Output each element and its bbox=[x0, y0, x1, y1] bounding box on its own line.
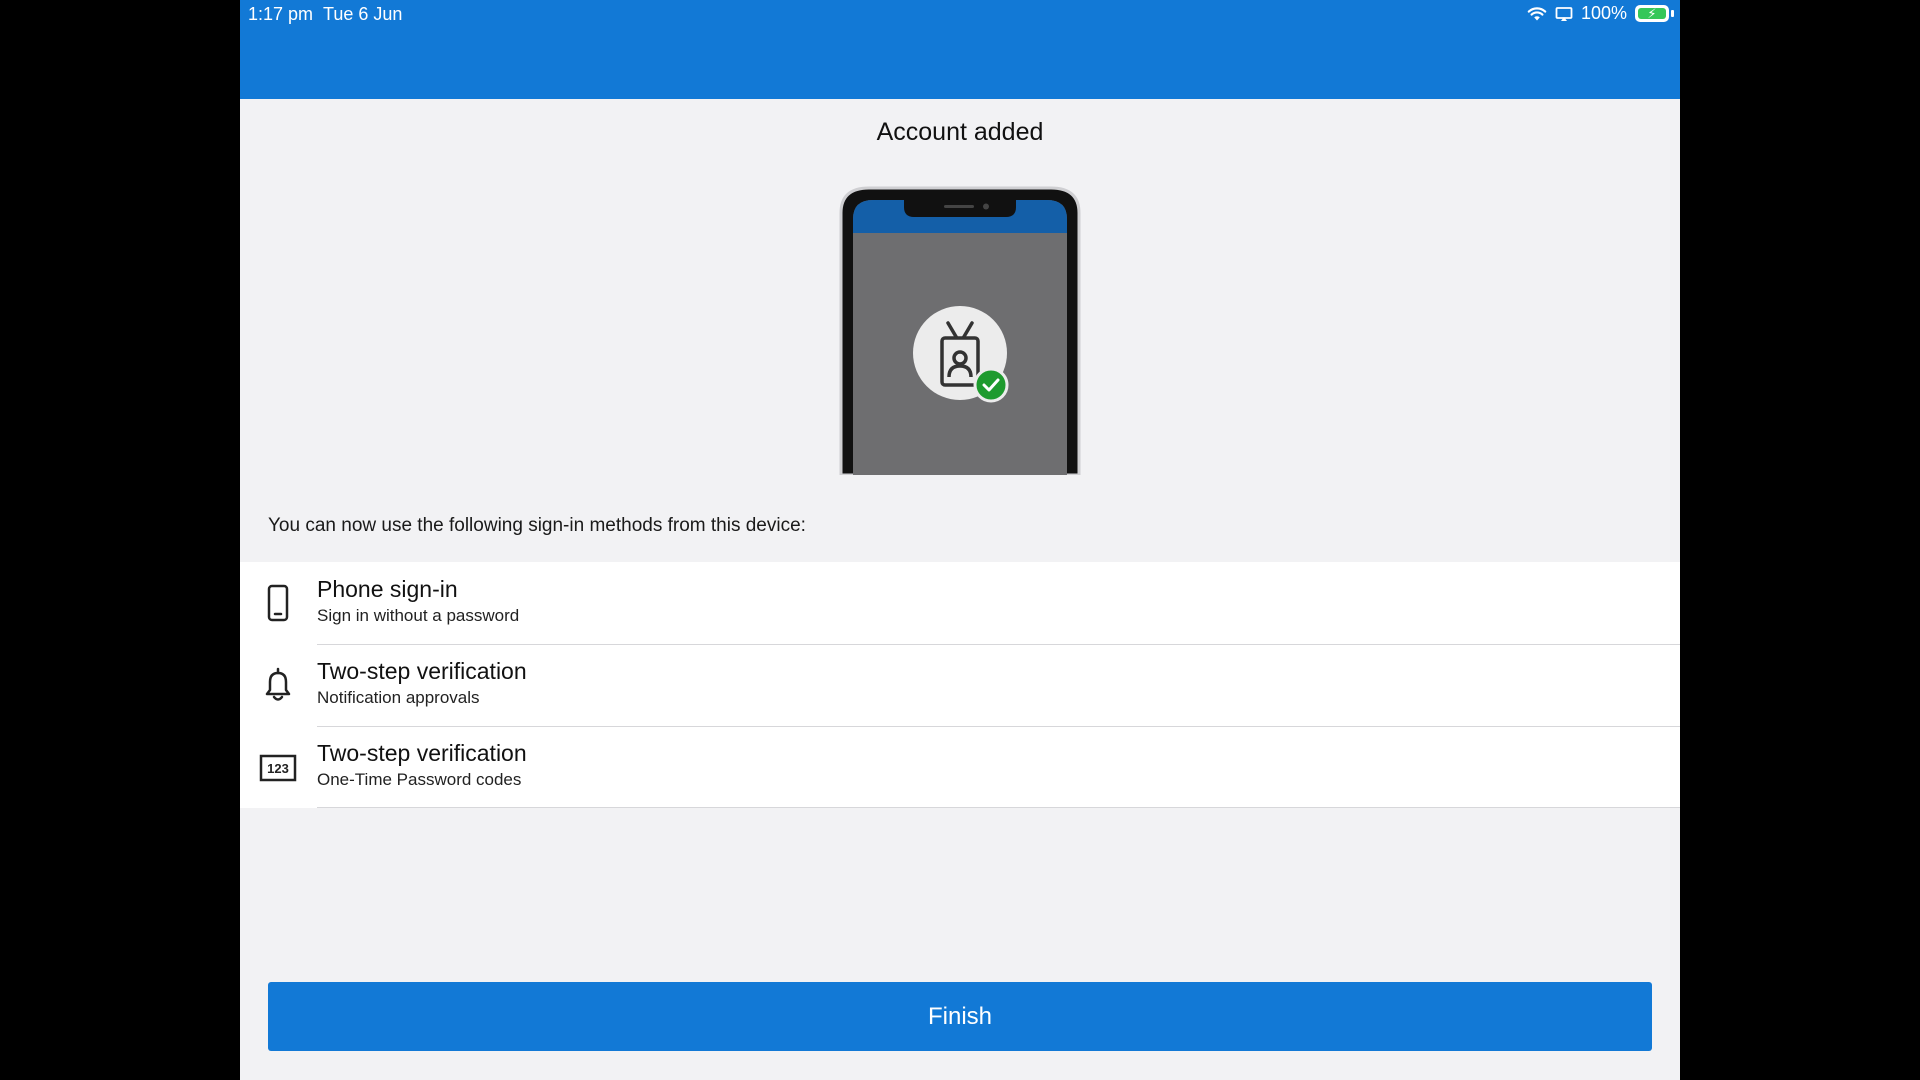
sign-in-methods-list: Phone sign-in Sign in without a password… bbox=[240, 562, 1680, 808]
method-subtitle: One-Time Password codes bbox=[317, 770, 522, 789]
method-subtitle: Sign in without a password bbox=[317, 606, 520, 625]
phone-icon bbox=[258, 583, 298, 623]
otp-icon-text: 123 bbox=[267, 761, 289, 776]
status-bar-right: 100% ⚡ bbox=[1527, 3, 1674, 24]
method-title: Phone sign-in bbox=[317, 576, 458, 602]
method-title: Two-step verification bbox=[317, 658, 527, 684]
screen-mirroring-icon bbox=[1555, 6, 1573, 21]
status-time: 1:17 pm bbox=[248, 4, 314, 24]
intro-text: You can now use the following sign-in me… bbox=[268, 515, 806, 536]
method-phone-sign-in: Phone sign-in Sign in without a password bbox=[240, 562, 1680, 644]
otp-code-icon: 123 bbox=[258, 747, 298, 787]
status-bar-time: 1:17 pm Tue 6 Jun bbox=[248, 4, 402, 25]
battery-percent: 100% bbox=[1580, 3, 1627, 23]
battery-cap bbox=[1671, 10, 1674, 17]
bell-icon bbox=[258, 665, 298, 705]
finish-button[interactable]: Finish bbox=[268, 982, 1652, 1051]
wifi-icon bbox=[1527, 6, 1547, 20]
method-title: Two-step verification bbox=[317, 740, 527, 766]
method-notification-approvals: Two-step verification Notification appro… bbox=[240, 644, 1680, 726]
page-title: Account added bbox=[876, 118, 1044, 146]
phone-with-badge-check-illustration bbox=[839, 186, 1081, 475]
app-screen: 1:17 pm Tue 6 Jun 100% ⚡ Account added Y… bbox=[240, 0, 1680, 1080]
header-bar: 1:17 pm Tue 6 Jun 100% ⚡ bbox=[240, 0, 1680, 99]
method-otp-codes: 123 Two-step verification One-Time Passw… bbox=[240, 726, 1680, 808]
method-subtitle: Notification approvals bbox=[317, 688, 480, 707]
status-date: Tue 6 Jun bbox=[323, 4, 403, 24]
battery-charging-icon: ⚡ bbox=[1635, 5, 1669, 22]
